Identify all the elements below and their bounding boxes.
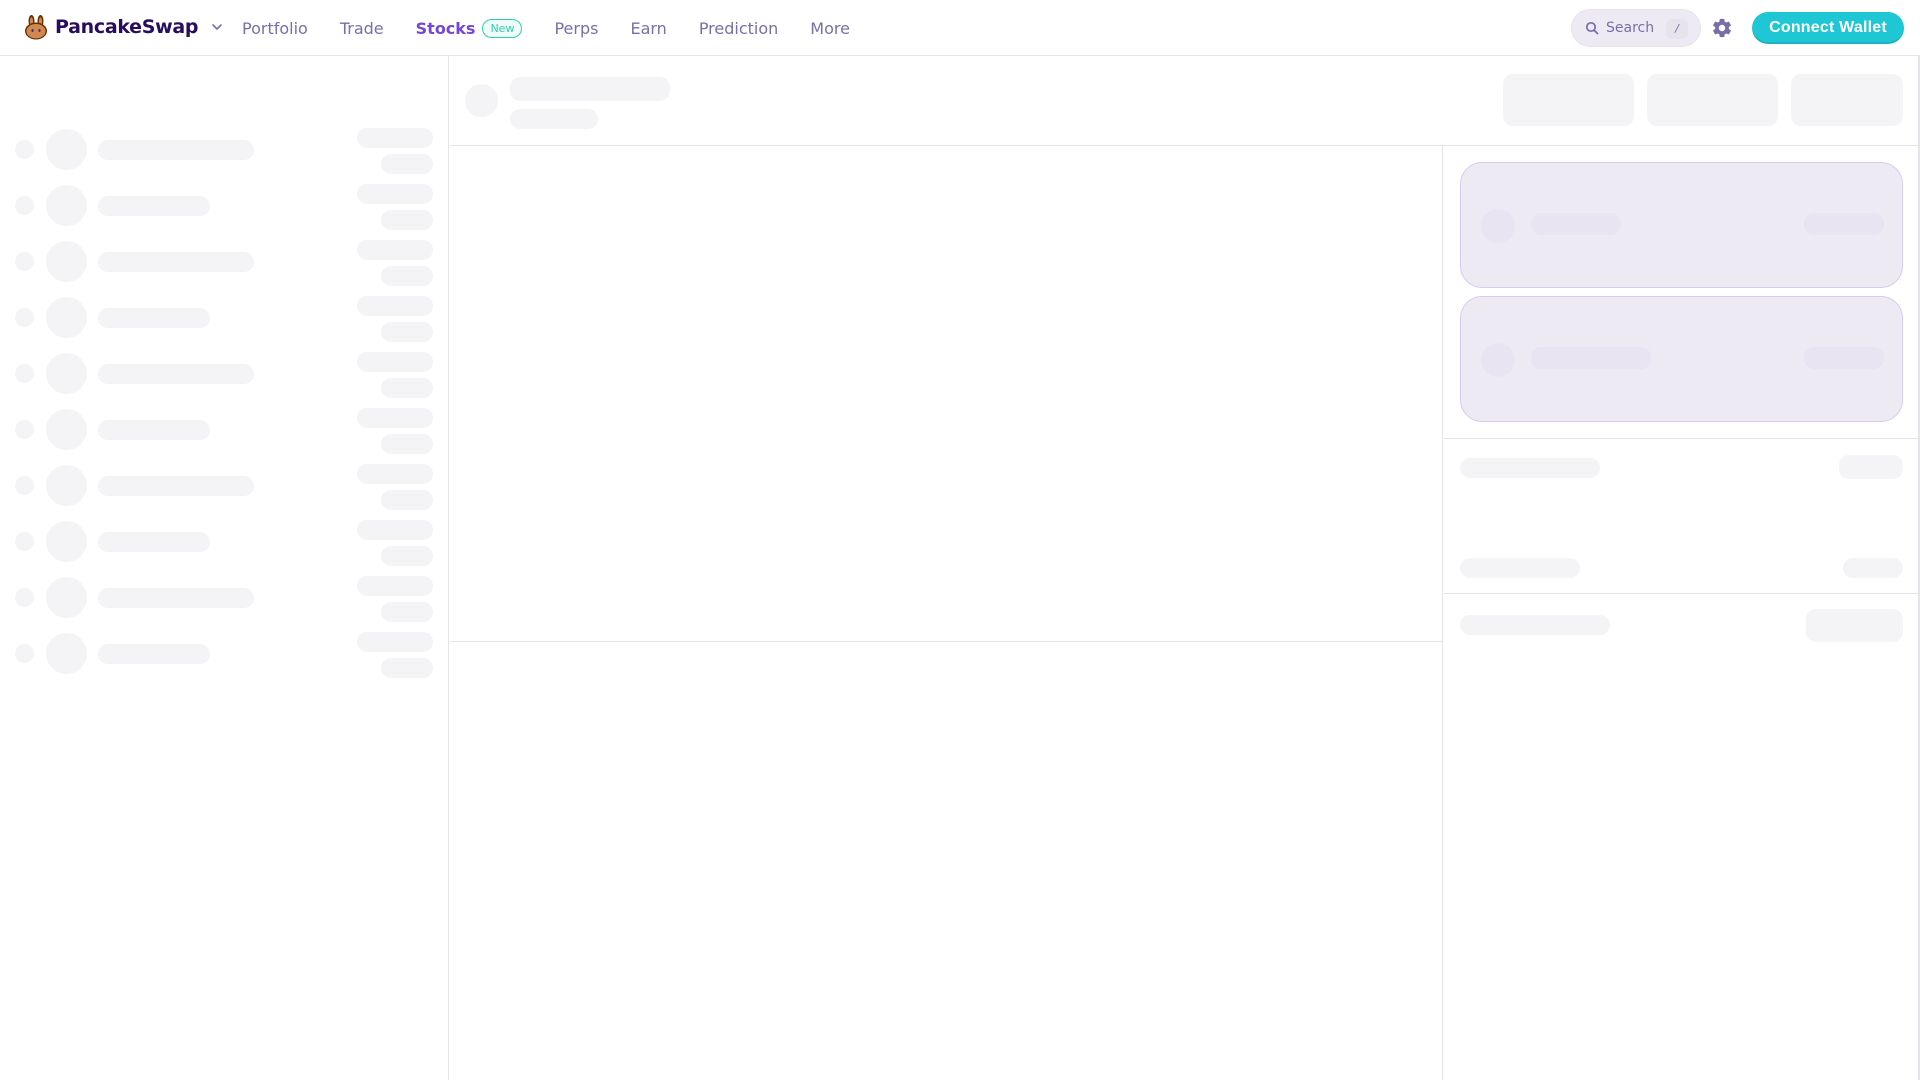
nav-stocks[interactable]: Stocks New xyxy=(416,18,523,38)
favorite-toggle-placeholder xyxy=(15,196,34,215)
token-icon-placeholder xyxy=(46,185,87,226)
change-placeholder xyxy=(381,546,433,566)
gear-icon[interactable] xyxy=(1711,17,1733,39)
stat-placeholder xyxy=(1647,74,1778,126)
divider xyxy=(1444,593,1920,594)
favorite-toggle-placeholder xyxy=(15,532,34,551)
price-placeholder xyxy=(357,352,433,372)
name-placeholder xyxy=(98,140,254,160)
search-label: Search xyxy=(1606,20,1655,36)
price-placeholder xyxy=(357,128,433,148)
positions-area xyxy=(450,642,1443,1080)
chevron-down-icon[interactable] xyxy=(210,20,224,34)
change-placeholder xyxy=(381,266,433,286)
favorite-toggle-placeholder xyxy=(15,420,34,439)
input-card-from[interactable] xyxy=(1460,162,1903,288)
amount-placeholder xyxy=(1804,347,1884,369)
price-placeholder xyxy=(357,632,433,652)
price-placeholder xyxy=(357,520,433,540)
nav-portfolio[interactable]: Portfolio xyxy=(242,19,308,38)
token-name-placeholder xyxy=(1531,213,1621,235)
detail-value-placeholder xyxy=(1839,455,1903,479)
token-icon-placeholder xyxy=(46,521,87,562)
price-placeholder xyxy=(357,184,433,204)
brand-logo[interactable]: PancakeSwap xyxy=(23,14,224,40)
favorite-toggle-placeholder xyxy=(15,588,34,607)
change-placeholder xyxy=(381,658,433,678)
token-icon-placeholder xyxy=(1481,343,1515,377)
token-icon-placeholder xyxy=(1481,209,1515,243)
trade-panel xyxy=(1444,146,1920,1080)
nav-trade[interactable]: Trade xyxy=(340,19,384,38)
search-button[interactable]: Search / xyxy=(1571,9,1701,47)
change-placeholder xyxy=(381,490,433,510)
asset-header xyxy=(450,56,1919,146)
stat-placeholder xyxy=(1791,74,1903,126)
token-icon-placeholder xyxy=(46,409,87,450)
main-nav: Portfolio Trade Stocks New Perps Earn Pr… xyxy=(242,0,882,56)
stock-list-panel xyxy=(0,56,449,1080)
favorite-toggle-placeholder xyxy=(15,308,34,327)
brand-name: PancakeSwap xyxy=(55,16,199,38)
token-name-placeholder xyxy=(1531,347,1651,369)
change-placeholder xyxy=(381,154,433,174)
name-placeholder xyxy=(98,532,210,552)
name-placeholder xyxy=(98,476,254,496)
detail-value-placeholder xyxy=(1843,558,1903,578)
nav-prediction[interactable]: Prediction xyxy=(699,19,778,38)
input-card-to[interactable] xyxy=(1460,296,1903,422)
favorite-toggle-placeholder xyxy=(15,140,34,159)
asset-price-placeholder xyxy=(510,109,598,129)
nav-perps[interactable]: Perps xyxy=(554,19,598,38)
favorite-toggle-placeholder xyxy=(15,252,34,271)
token-icon-placeholder xyxy=(46,297,87,338)
asset-name-placeholder xyxy=(510,77,670,101)
token-icon-placeholder xyxy=(46,241,87,282)
price-placeholder xyxy=(357,408,433,428)
stat-placeholder xyxy=(1503,74,1634,126)
change-placeholder xyxy=(381,210,433,230)
change-placeholder xyxy=(381,322,433,342)
detail-label-placeholder xyxy=(1460,458,1600,478)
token-icon-placeholder xyxy=(46,353,87,394)
price-placeholder xyxy=(357,296,433,316)
change-placeholder xyxy=(381,602,433,622)
token-icon-placeholder xyxy=(46,633,87,674)
detail-label-placeholder xyxy=(1460,558,1580,578)
favorite-toggle-placeholder xyxy=(15,364,34,383)
price-placeholder xyxy=(357,464,433,484)
favorite-toggle-placeholder xyxy=(15,644,34,663)
change-placeholder xyxy=(381,378,433,398)
token-icon-placeholder xyxy=(46,465,87,506)
price-placeholder xyxy=(357,240,433,260)
new-badge: New xyxy=(482,18,523,38)
name-placeholder xyxy=(98,252,254,272)
price-placeholder xyxy=(357,576,433,596)
top-navbar: PancakeSwap Portfolio Trade Stocks New P… xyxy=(0,0,1920,56)
name-placeholder xyxy=(98,308,210,328)
change-placeholder xyxy=(381,434,433,454)
token-icon-placeholder xyxy=(46,129,87,170)
search-shortcut-key: / xyxy=(1666,19,1688,39)
nav-more[interactable]: More xyxy=(810,19,850,38)
name-placeholder xyxy=(98,196,210,216)
action-button-placeholder[interactable] xyxy=(1806,609,1903,642)
asset-icon-placeholder xyxy=(465,84,498,117)
favorite-toggle-placeholder xyxy=(15,476,34,495)
divider xyxy=(1444,438,1920,439)
name-placeholder xyxy=(98,420,210,440)
search-icon xyxy=(1585,21,1599,35)
nav-earn[interactable]: Earn xyxy=(630,19,666,38)
name-placeholder xyxy=(98,588,254,608)
name-placeholder xyxy=(98,364,254,384)
bunny-logo-icon xyxy=(25,15,47,40)
name-placeholder xyxy=(98,644,210,664)
amount-placeholder xyxy=(1804,213,1884,235)
token-icon-placeholder xyxy=(46,577,87,618)
price-chart-area[interactable] xyxy=(450,146,1443,642)
connect-wallet-button[interactable]: Connect Wallet xyxy=(1752,12,1904,44)
action-label-placeholder xyxy=(1460,615,1610,635)
